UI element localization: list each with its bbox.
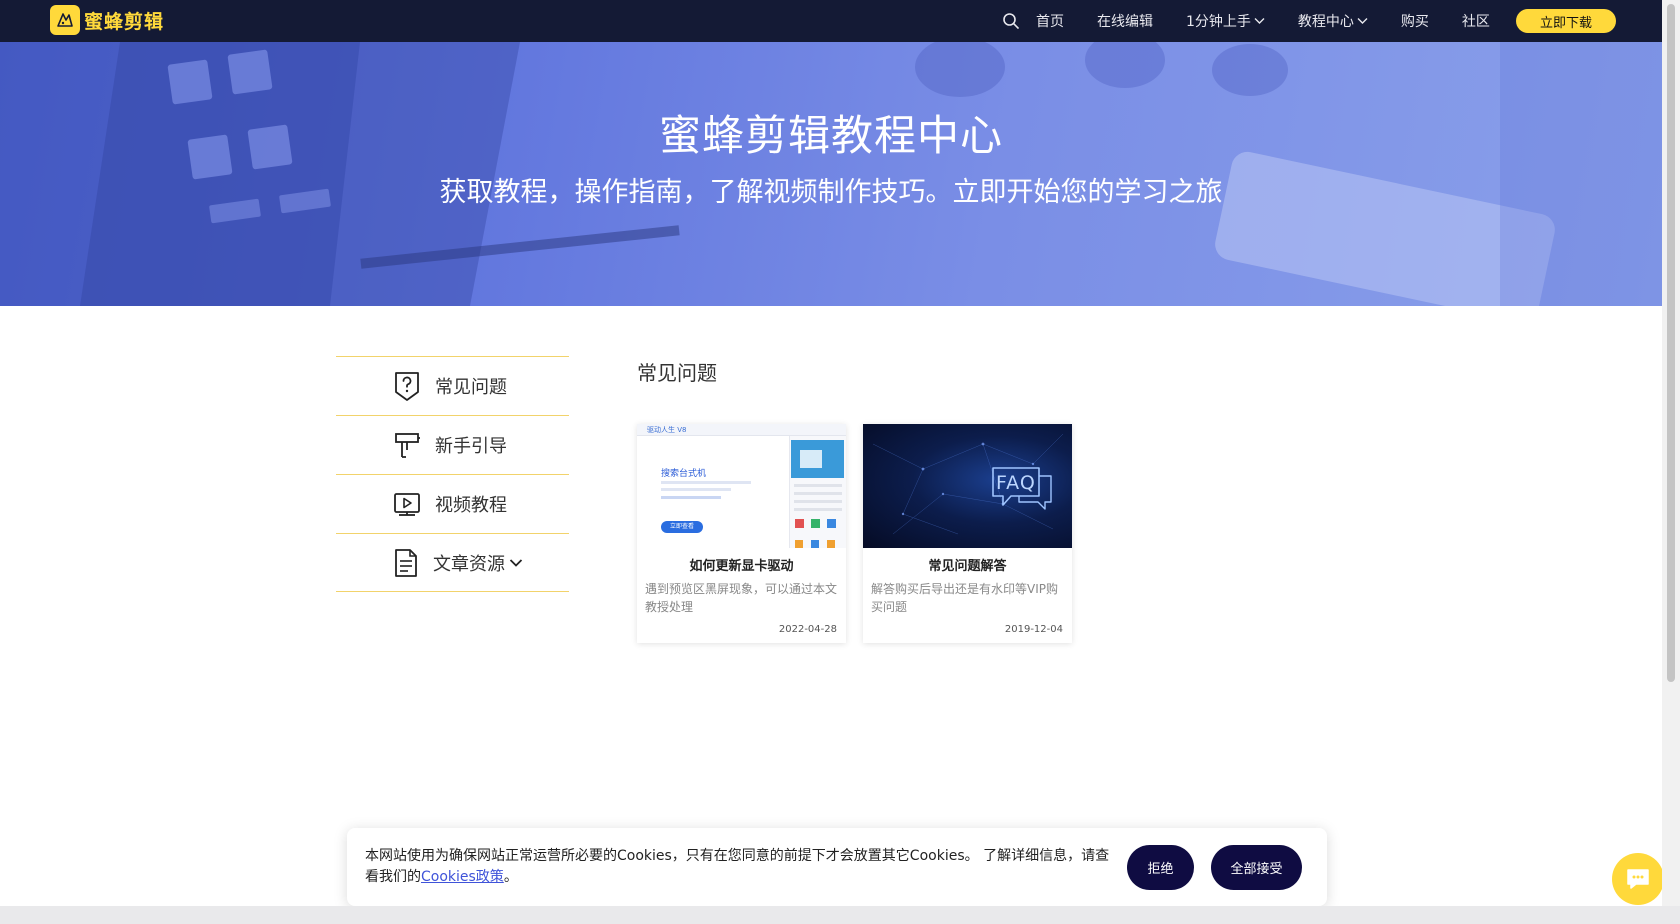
sidebar-item-label: 文章资源 (433, 553, 505, 575)
nav-buy[interactable]: 购买 (1401, 11, 1429, 31)
cookie-accept-all-button[interactable]: 全部接受 (1211, 845, 1302, 890)
tutorial-sidebar: 常见问题 新手引导 视频教程 文章资源 (336, 356, 569, 592)
page-scrollbar[interactable] (1662, 0, 1680, 906)
card-thumbnail: 驱动人生 V8 搜索台式机 立即查看 (637, 424, 846, 548)
nav-online-edit-label: 在线编辑 (1097, 14, 1153, 30)
nav-quick-start-label: 1分钟上手 (1186, 14, 1251, 30)
card-title: 常见问题解答 (928, 559, 1007, 574)
faq-badge-text: FAQ (996, 472, 1036, 494)
nav-community-label: 社区 (1461, 14, 1490, 30)
chevron-down-icon (1357, 18, 1368, 24)
cookie-reject-button[interactable]: 拒绝 (1127, 845, 1194, 890)
card-date: 2019-12-04 (1004, 624, 1063, 635)
section-title: 常见问题 (637, 361, 717, 385)
thumb-button: 立即查看 (661, 521, 703, 533)
chat-bubble-icon (1627, 869, 1649, 889)
cookie-consent-banner: 本网站使用为确保网站正常运营所必要的Cookies，只有在您同意的前提下才会放置… (347, 828, 1327, 906)
site-logo[interactable]: 蜜蜂剪辑 (50, 5, 164, 35)
card-title: 如何更新显卡驱动 (689, 559, 794, 574)
sidebar-item-beginner-guide[interactable]: 新手引导 (336, 415, 569, 474)
nav-quick-start[interactable]: 1分钟上手 (1186, 11, 1265, 31)
scrollbar-thumb[interactable] (1667, 4, 1675, 682)
nav-online-edit[interactable]: 在线编辑 (1097, 11, 1153, 31)
sidebar-item-label: 常见问题 (435, 377, 507, 398)
hero-title: 蜜蜂剪辑教程中心 (658, 111, 1003, 160)
download-button[interactable]: 立即下载 (1516, 9, 1616, 33)
sidebar-item-label: 视频教程 (435, 495, 507, 516)
signpost-icon (395, 433, 420, 458)
main-nav: 首页 在线编辑 1分钟上手 教程中心 购买 社区 (1002, 0, 1523, 42)
nav-community[interactable]: 社区 (1462, 11, 1490, 31)
chevron-down-icon (1254, 18, 1265, 24)
question-shield-icon (395, 372, 419, 401)
hero-banner: 蜜蜂剪辑教程中心 获取教程，操作指南，了解视频制作技巧。立即开始您的学习之旅 (0, 42, 1662, 306)
nav-tutorial-center[interactable]: 教程中心 (1298, 11, 1368, 31)
nav-tutorial-center-label: 教程中心 (1297, 14, 1354, 30)
card-description: 遇到预览区黑屏现象，可以通过本文教授处理 (645, 582, 838, 614)
video-play-icon (394, 493, 420, 516)
cookie-policy-link[interactable]: Cookies政策 (421, 869, 504, 885)
logo-text: 蜜蜂剪辑 (84, 10, 165, 33)
search-icon[interactable] (1002, 12, 1020, 30)
sidebar-item-articles[interactable]: 文章资源 (336, 533, 569, 592)
chat-support-button[interactable] (1612, 853, 1664, 905)
card-description: 解答购买后导出还是有水印等VIP购买问题 (871, 582, 1058, 614)
sidebar-item-label: 新手引导 (435, 436, 507, 457)
nav-buy-label: 购买 (1400, 14, 1429, 30)
hero-subtitle: 获取教程，操作指南，了解视频制作技巧。立即开始您的学习之旅 (439, 177, 1223, 208)
thumb-window-title: 驱动人生 V8 (647, 426, 687, 434)
chevron-down-icon[interactable] (509, 558, 523, 568)
page: 蜜蜂剪辑 首页 在线编辑 1分钟上手 教程中心 购买 社区 立即下载 蜜蜂剪辑教… (0, 0, 1662, 906)
article-card-faq[interactable]: FAQ 常见问题解答 解答购买后导出还是有水印等VIP购买问题 2019-12-… (863, 424, 1072, 643)
document-icon (395, 548, 417, 577)
sidebar-item-faq[interactable]: 常见问题 (336, 356, 569, 415)
sidebar-item-video-tutorials[interactable]: 视频教程 (336, 474, 569, 533)
cookie-message-end: 。 (503, 869, 518, 885)
card-date: 2022-04-28 (778, 624, 837, 635)
bee-logo-icon (50, 5, 80, 35)
article-card-gpu-driver[interactable]: 驱动人生 V8 搜索台式机 立即查看 如何更新显卡驱动 遇到预览区黑屏现象，可以… (637, 424, 846, 643)
card-thumbnail: FAQ (863, 424, 1072, 548)
nav-home[interactable]: 首页 (1036, 11, 1064, 31)
top-navbar: 蜜蜂剪辑 首页 在线编辑 1分钟上手 教程中心 购买 社区 立即下载 (0, 0, 1662, 42)
nav-home-label: 首页 (1036, 14, 1064, 30)
thumb-heading: 搜索台式机 (661, 469, 707, 479)
cookie-message: 本网站使用为确保网站正常运营所必要的Cookies，只有在您同意的前提下才会放置… (365, 846, 1121, 888)
